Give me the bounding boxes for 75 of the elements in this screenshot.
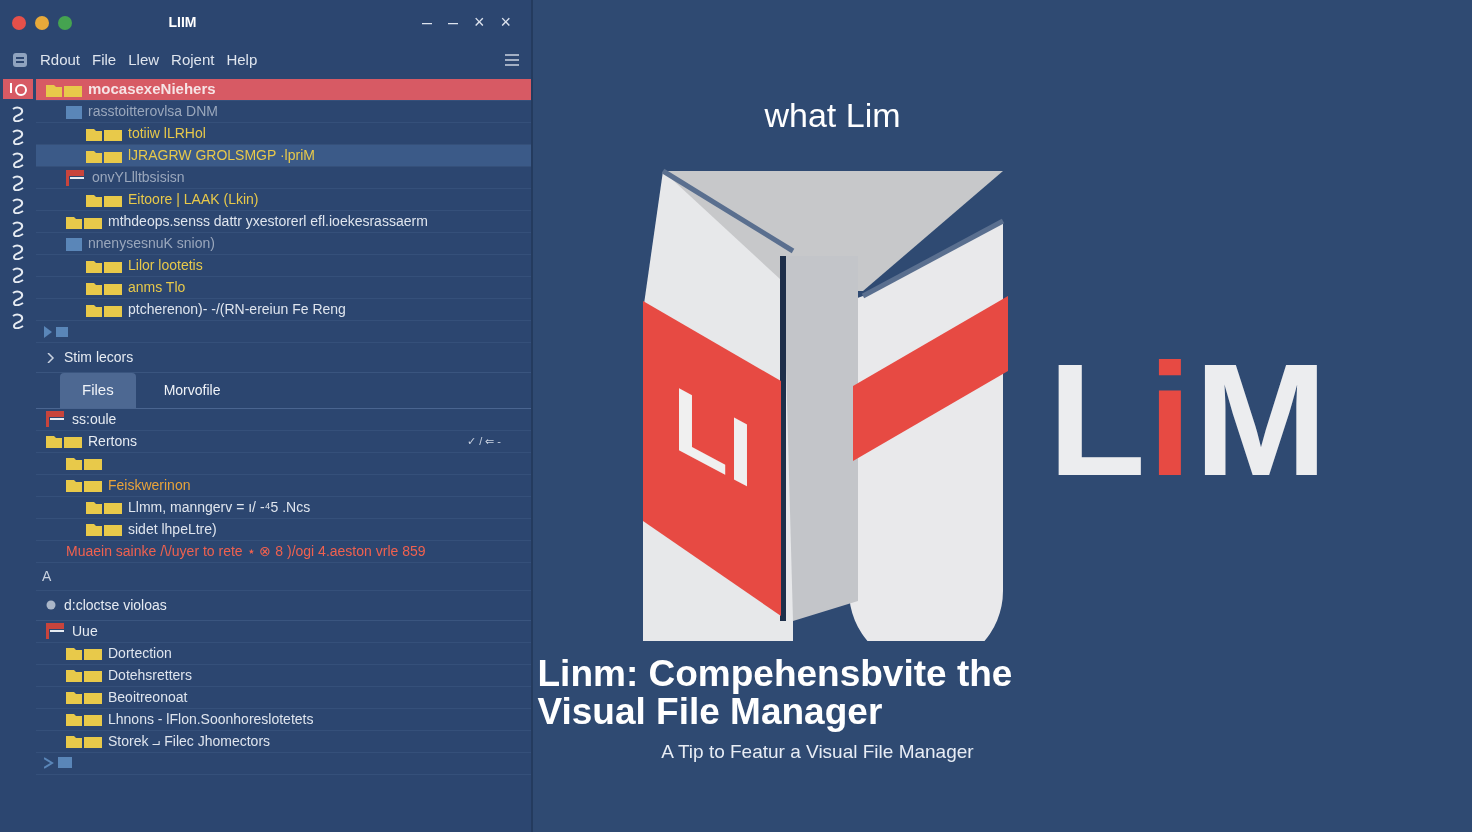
expand-icon bbox=[44, 757, 72, 769]
file-name: Lhnons - lFlon.Soonhoreslotetets bbox=[108, 709, 314, 729]
collapse-icon[interactable] bbox=[46, 600, 56, 610]
section-title: Stim lecors bbox=[64, 348, 134, 367]
file-name: nnenysesnuK snion) bbox=[88, 234, 215, 253]
menu-item[interactable]: Rdout bbox=[40, 48, 81, 72]
window-control[interactable]: – bbox=[413, 9, 440, 36]
window-control[interactable]: – bbox=[439, 9, 466, 36]
window-control[interactable]: × bbox=[492, 9, 519, 36]
file-name: Dotehsretters bbox=[108, 665, 193, 685]
logo-drawing: LI bbox=[642, 161, 1023, 641]
chevron-icon[interactable] bbox=[46, 352, 56, 363]
menu-item[interactable]: File bbox=[92, 48, 117, 72]
section-title: d:cloctse violoas bbox=[64, 595, 167, 615]
promo-subtitle: A Tip to Featur a Visual File Manager bbox=[661, 740, 974, 765]
file-name: mthdeops.senss dattr yxestorerl efl.ioekesrassaerm bbox=[108, 212, 428, 231]
tree-row[interactable]: Llmm, manngerv = ı/ -⁴5 .Ncs bbox=[36, 496, 531, 519]
square-icon bbox=[66, 104, 82, 119]
wordmark: LiM bbox=[1048, 340, 1330, 500]
file-name: onvYLlltbsisisn bbox=[92, 168, 185, 187]
menu-item[interactable]: Help bbox=[226, 48, 258, 72]
menu-item[interactable]: Llew bbox=[128, 48, 160, 72]
file-name: Muaein sainke /\/uyer to rete ⋆ ⊗ 8 )/ogi 4.aeston vrle 859 bbox=[66, 541, 426, 561]
file-name: Feiskwerinon bbox=[108, 475, 191, 495]
file-name: anms Tlo bbox=[128, 278, 186, 297]
row-status: ✓ / ⇐ - bbox=[467, 433, 501, 449]
window-dot[interactable] bbox=[12, 15, 26, 30]
file-name: mocasexeNiehers bbox=[88, 79, 216, 100]
file-name: Eitoore | LAAK (Lkin) bbox=[128, 190, 259, 209]
file-name: totiiw lLRHol bbox=[128, 124, 206, 143]
window-control[interactable]: × bbox=[465, 9, 493, 36]
file-name: lJRAGRW GROLSMGP ·lpriM bbox=[128, 146, 315, 165]
file-name: Storek ⨼ Filec Jhomectors bbox=[108, 731, 271, 751]
file-name: sidet lhpeLtre) bbox=[128, 519, 217, 539]
tree-row[interactable]: rasstoitterovlsa DNM bbox=[36, 101, 531, 123]
app-icon bbox=[12, 52, 28, 68]
window-dot[interactable] bbox=[58, 15, 72, 30]
tree-row[interactable]: ptcherenon)- -/(RN-ereiun Fe Reng bbox=[36, 299, 531, 321]
tree-row[interactable]: Uue bbox=[36, 620, 531, 643]
tab[interactable]: Morvofile bbox=[141, 373, 243, 408]
file-name: Dortection bbox=[108, 643, 172, 663]
tree-row[interactable]: Eitoore | LAAK (Lkin) bbox=[36, 189, 531, 211]
file-name: Beoitreonoat bbox=[108, 687, 188, 707]
promo-title: Linm: Compehensbvite the Visual File Manager bbox=[537, 655, 1014, 731]
promo-heading: what Lim bbox=[764, 95, 901, 136]
row-label: A bbox=[42, 566, 52, 586]
tree-row[interactable]: Rertons ✓ / ⇐ - bbox=[36, 430, 531, 453]
tree-row[interactable]: Lilor lootetis bbox=[36, 255, 531, 277]
tree-row[interactable]: anms Tlo bbox=[36, 277, 531, 299]
tree-row[interactable]: lJRAGRW GROLSMGP ·lpriM bbox=[36, 145, 531, 167]
expand-icon bbox=[44, 325, 68, 338]
file-name: Lilor lootetis bbox=[128, 256, 203, 275]
tree-row[interactable]: nnenysesnuK snion) bbox=[36, 233, 531, 255]
file-name: Llmm, manngerv = ı/ -⁴5 .Ncs bbox=[128, 497, 311, 517]
window-title: LIIM bbox=[167, 13, 198, 32]
window-dot[interactable] bbox=[35, 15, 49, 30]
tree-row[interactable]: mthdeops.senss dattr yxestorerl efl.ioekesrassaerm bbox=[36, 211, 531, 233]
square-icon bbox=[66, 236, 82, 251]
tree-row[interactable]: Lhnons - lFlon.Soonhoreslotetets bbox=[36, 708, 531, 731]
file-name: ptcherenon)- -/(RN-ereiun Fe Reng bbox=[128, 300, 346, 319]
tree-row[interactable]: onvYLlltbsisisn bbox=[36, 167, 531, 189]
menu-item[interactable]: Rojent bbox=[171, 48, 215, 72]
tree-row[interactable]: Storek ⨼ Filec Jhomectors bbox=[36, 730, 531, 753]
file-name: ss:oule bbox=[72, 409, 117, 429]
tree-row[interactable]: Beoitreonoat bbox=[36, 686, 531, 709]
tree-row[interactable]: Dotehsretters bbox=[36, 664, 531, 687]
tree-row[interactable]: Feiskwerinon bbox=[36, 474, 531, 497]
file-name: Uue bbox=[72, 621, 98, 641]
menu-icon[interactable] bbox=[505, 54, 519, 66]
tree-row[interactable]: Dortection bbox=[36, 642, 531, 665]
tree-row[interactable]: ss:oule bbox=[36, 408, 531, 431]
tree-row[interactable]: sidet lhpeLtre) bbox=[36, 518, 531, 541]
file-name: Rertons bbox=[88, 431, 138, 451]
file-name: rasstoitterovlsa DNM bbox=[88, 102, 218, 121]
tab[interactable]: Files bbox=[60, 373, 136, 408]
